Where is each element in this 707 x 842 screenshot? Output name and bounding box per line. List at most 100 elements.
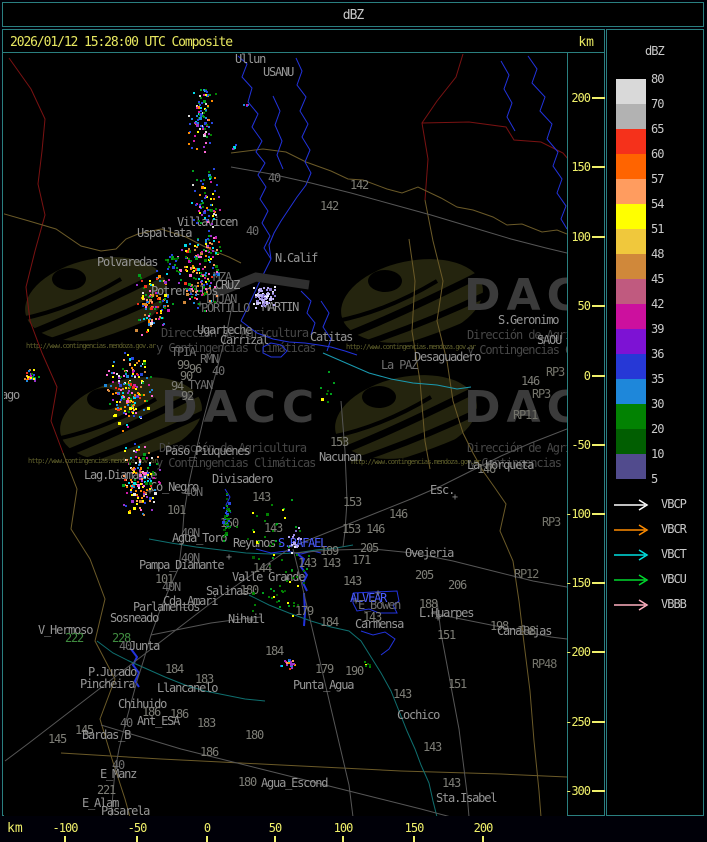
radar-echo [188,283,191,286]
radar-echo [205,131,207,133]
radar-echo [134,479,136,481]
radar-echo [209,300,211,302]
radar-echo [252,610,254,612]
radar-echo [126,424,128,426]
legend-arrow-icon [614,499,649,511]
radar-echo [212,250,214,252]
radar-echo [297,604,299,606]
radar-echo [141,380,143,382]
radar-echo [125,447,127,449]
radar-echo [274,286,276,288]
map-view[interactable]: DACCDACCDACCDirección de AgriculturaDire… [4,53,567,816]
radar-echo [252,512,254,514]
radar-echo [215,237,217,239]
radar-echo [236,526,238,528]
radar-echo [133,486,135,488]
radar-echo [205,195,207,197]
radar-echo [147,329,149,331]
radar-echo [210,198,212,200]
legend-row: VBCP [613,497,703,511]
radar-echo [198,210,200,212]
scale-value: 35 [651,372,664,386]
radar-echo [188,289,190,291]
radar-echo [126,492,128,494]
radar-echo [210,235,212,237]
scale-value: 42 [651,297,664,311]
radar-echo [212,267,214,269]
radar-echo [151,395,153,397]
radar-echo [192,290,194,292]
radar-echo [188,115,190,117]
radar-echo [117,393,119,395]
radar-echo [146,400,148,402]
radar-echo [303,582,305,584]
radar-echo [208,235,210,237]
radar-echo [123,504,125,506]
radar-echo [266,289,268,291]
radar-echo [207,250,209,252]
radar-echo [207,245,209,247]
radar-echo [131,392,133,394]
right-axis-tick [592,97,605,99]
radar-echo [159,469,161,471]
radar-echo [124,479,126,481]
legend-row: VBBB [613,597,703,611]
right-axis-label: -50 [571,438,591,452]
radar-echo [364,661,366,663]
radar-echo [199,263,201,265]
right-axis-label: -150 [565,576,591,590]
radar-echo [292,615,294,617]
radar-echo [184,244,187,247]
scale-swatch [616,329,646,354]
radar-echo [267,287,269,289]
radar-echo [300,538,302,540]
radar-echo [247,538,249,540]
radar-echo [138,446,140,448]
radar-echo [199,212,201,214]
radar-echo [122,368,124,370]
radar-echo [153,473,155,475]
radar-echo [296,576,298,578]
scale-value: 5 [651,472,658,486]
legend-arrow-icon [614,574,649,586]
radar-echo [140,373,143,376]
radar-echo [149,478,151,480]
legend-label: VBCT [661,547,687,561]
radar-echo [130,398,132,400]
right-axis-tick [592,790,605,792]
radar-echo [200,256,202,258]
radar-echo [125,371,127,373]
radar-echo [179,273,181,275]
radar-echo [227,509,229,511]
radar-echo [149,290,151,292]
radar-echo [203,94,205,96]
radar-echo [172,256,174,258]
radar-echo [108,370,110,372]
radar-echo [275,540,277,542]
radar-echo [194,122,196,124]
radar-echo [118,422,121,425]
radar-echo [203,116,205,118]
radar-echo [168,266,170,268]
radar-echo [291,544,293,546]
radar-echo [281,665,283,667]
radar-echo [159,301,161,303]
title-bar: dBZ [2,2,704,27]
legend-arrow-icon [614,599,649,611]
radar-echo [216,273,218,275]
radar-echo [215,208,217,210]
radar-echo [213,264,215,266]
radar-echo [197,244,199,246]
radar-echo [209,178,211,180]
radar-echo [139,459,141,461]
radar-echo [112,365,114,367]
radar-echo [213,218,215,220]
scale-swatch [616,129,646,154]
radar-echo [199,104,201,106]
radar-echo [132,373,134,375]
radar-echo [156,295,158,297]
radar-echo [224,515,226,517]
radar-echo [132,386,135,389]
radar-echo [229,510,231,512]
radar-echo [255,296,257,298]
